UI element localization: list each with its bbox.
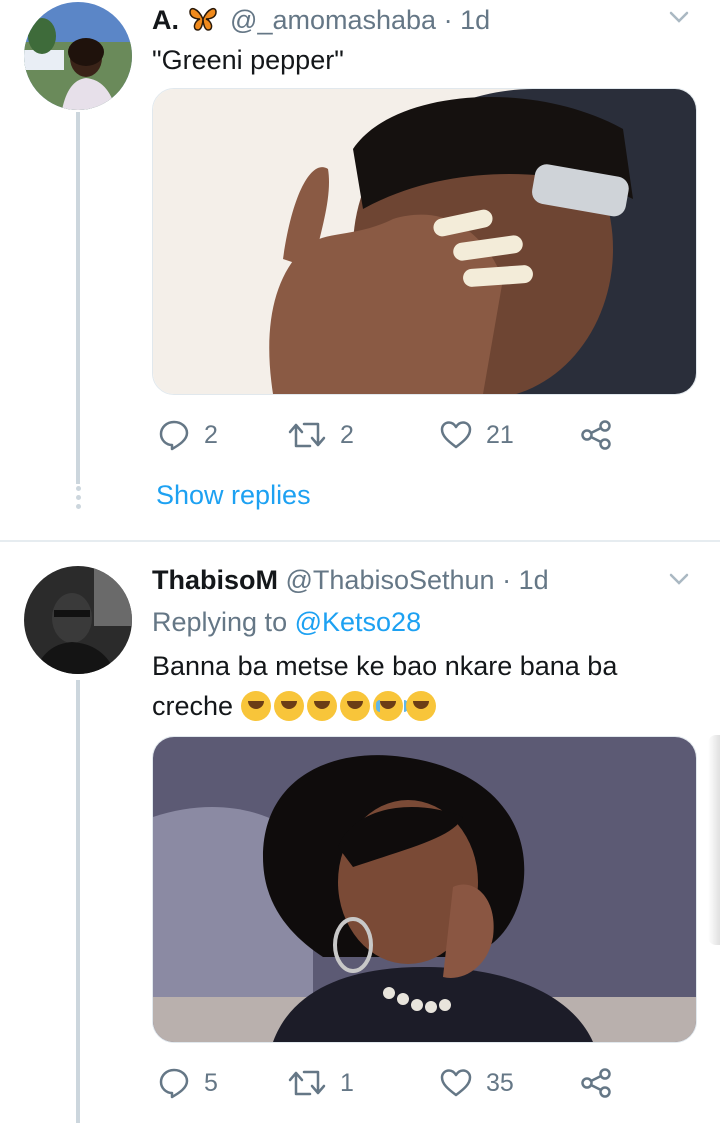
replying-to-mention[interactable]: @Ketso28 [295,607,421,637]
separator-dot: · [443,5,453,35]
face-with-hand-over-mouth-icon [405,691,436,721]
chevron-down-icon[interactable] [668,568,690,590]
reply-button[interactable]: 2 [158,415,218,455]
reply-icon [158,1067,190,1099]
rolling-on-floor-laughing-icon [273,691,304,721]
scroll-edge-shadow [708,735,720,945]
share-icon [580,1067,612,1099]
tweet-actions: 2 2 21 [152,415,622,455]
share-button[interactable] [580,1063,612,1103]
reply-count: 5 [204,1068,218,1097]
retweet-icon [288,1068,326,1098]
like-button[interactable]: 35 [440,1063,514,1103]
author-name[interactable]: ThabisoM [152,565,278,595]
avatar[interactable] [24,2,132,110]
reply-count: 2 [204,420,218,449]
reply-icon [158,419,190,451]
tweet-actions: 5 1 35 [152,1063,622,1103]
retweet-button[interactable]: 2 [288,415,354,455]
retweet-count: 2 [340,420,354,449]
separator-dot: · [502,565,512,595]
replying-to-label: Replying to [152,607,288,637]
show-replies-link[interactable]: Show replies [156,480,311,511]
loudly-crying-face-icon [372,691,408,721]
share-button[interactable] [580,415,612,455]
rolling-on-floor-laughing-icon [306,691,337,721]
like-count: 35 [486,1068,514,1097]
chevron-down-icon[interactable] [668,6,690,28]
thread-line [76,112,80,484]
avatar[interactable] [24,566,132,674]
retweet-button[interactable]: 1 [288,1063,354,1103]
tweet-header: ThabisoM @ThabisoSethun · 1d [152,564,549,596]
retweet-count: 1 [340,1068,354,1097]
like-count: 21 [486,420,514,449]
tweet-text: Banna ba metse ke bao nkare bana ba crec… [152,646,692,726]
rolling-on-floor-laughing-icon [339,691,370,721]
butterfly-icon [188,6,217,39]
replying-to: Replying to @Ketso28 [152,606,421,638]
tweet-media[interactable] [152,736,697,1043]
tweet-2[interactable]: ThabisoM @ThabisoSethun · 1d Replying to… [0,542,720,1123]
timestamp[interactable]: 1d [519,565,549,595]
author-name[interactable]: A. [152,5,179,35]
author-handle[interactable]: @ThabisoSethun [286,565,495,595]
heart-icon [440,420,472,450]
tweet-media[interactable] [152,88,697,395]
tweet-1[interactable]: A. @_amomashaba · 1d "Greeni pepper" 2 2… [0,0,720,540]
thread-line [76,680,80,1123]
like-button[interactable]: 21 [440,415,514,455]
retweet-icon [288,420,326,450]
thread-dots [73,486,83,513]
tweet-header: A. @_amomashaba · 1d [152,4,490,39]
author-handle[interactable]: @_amomashaba [230,5,436,35]
heart-icon [440,1068,472,1098]
rolling-on-floor-laughing-icon [240,691,271,721]
reply-button[interactable]: 5 [158,1063,218,1103]
share-icon [580,419,612,451]
timestamp[interactable]: 1d [460,5,490,35]
tweet-text: "Greeni pepper" [152,45,344,75]
